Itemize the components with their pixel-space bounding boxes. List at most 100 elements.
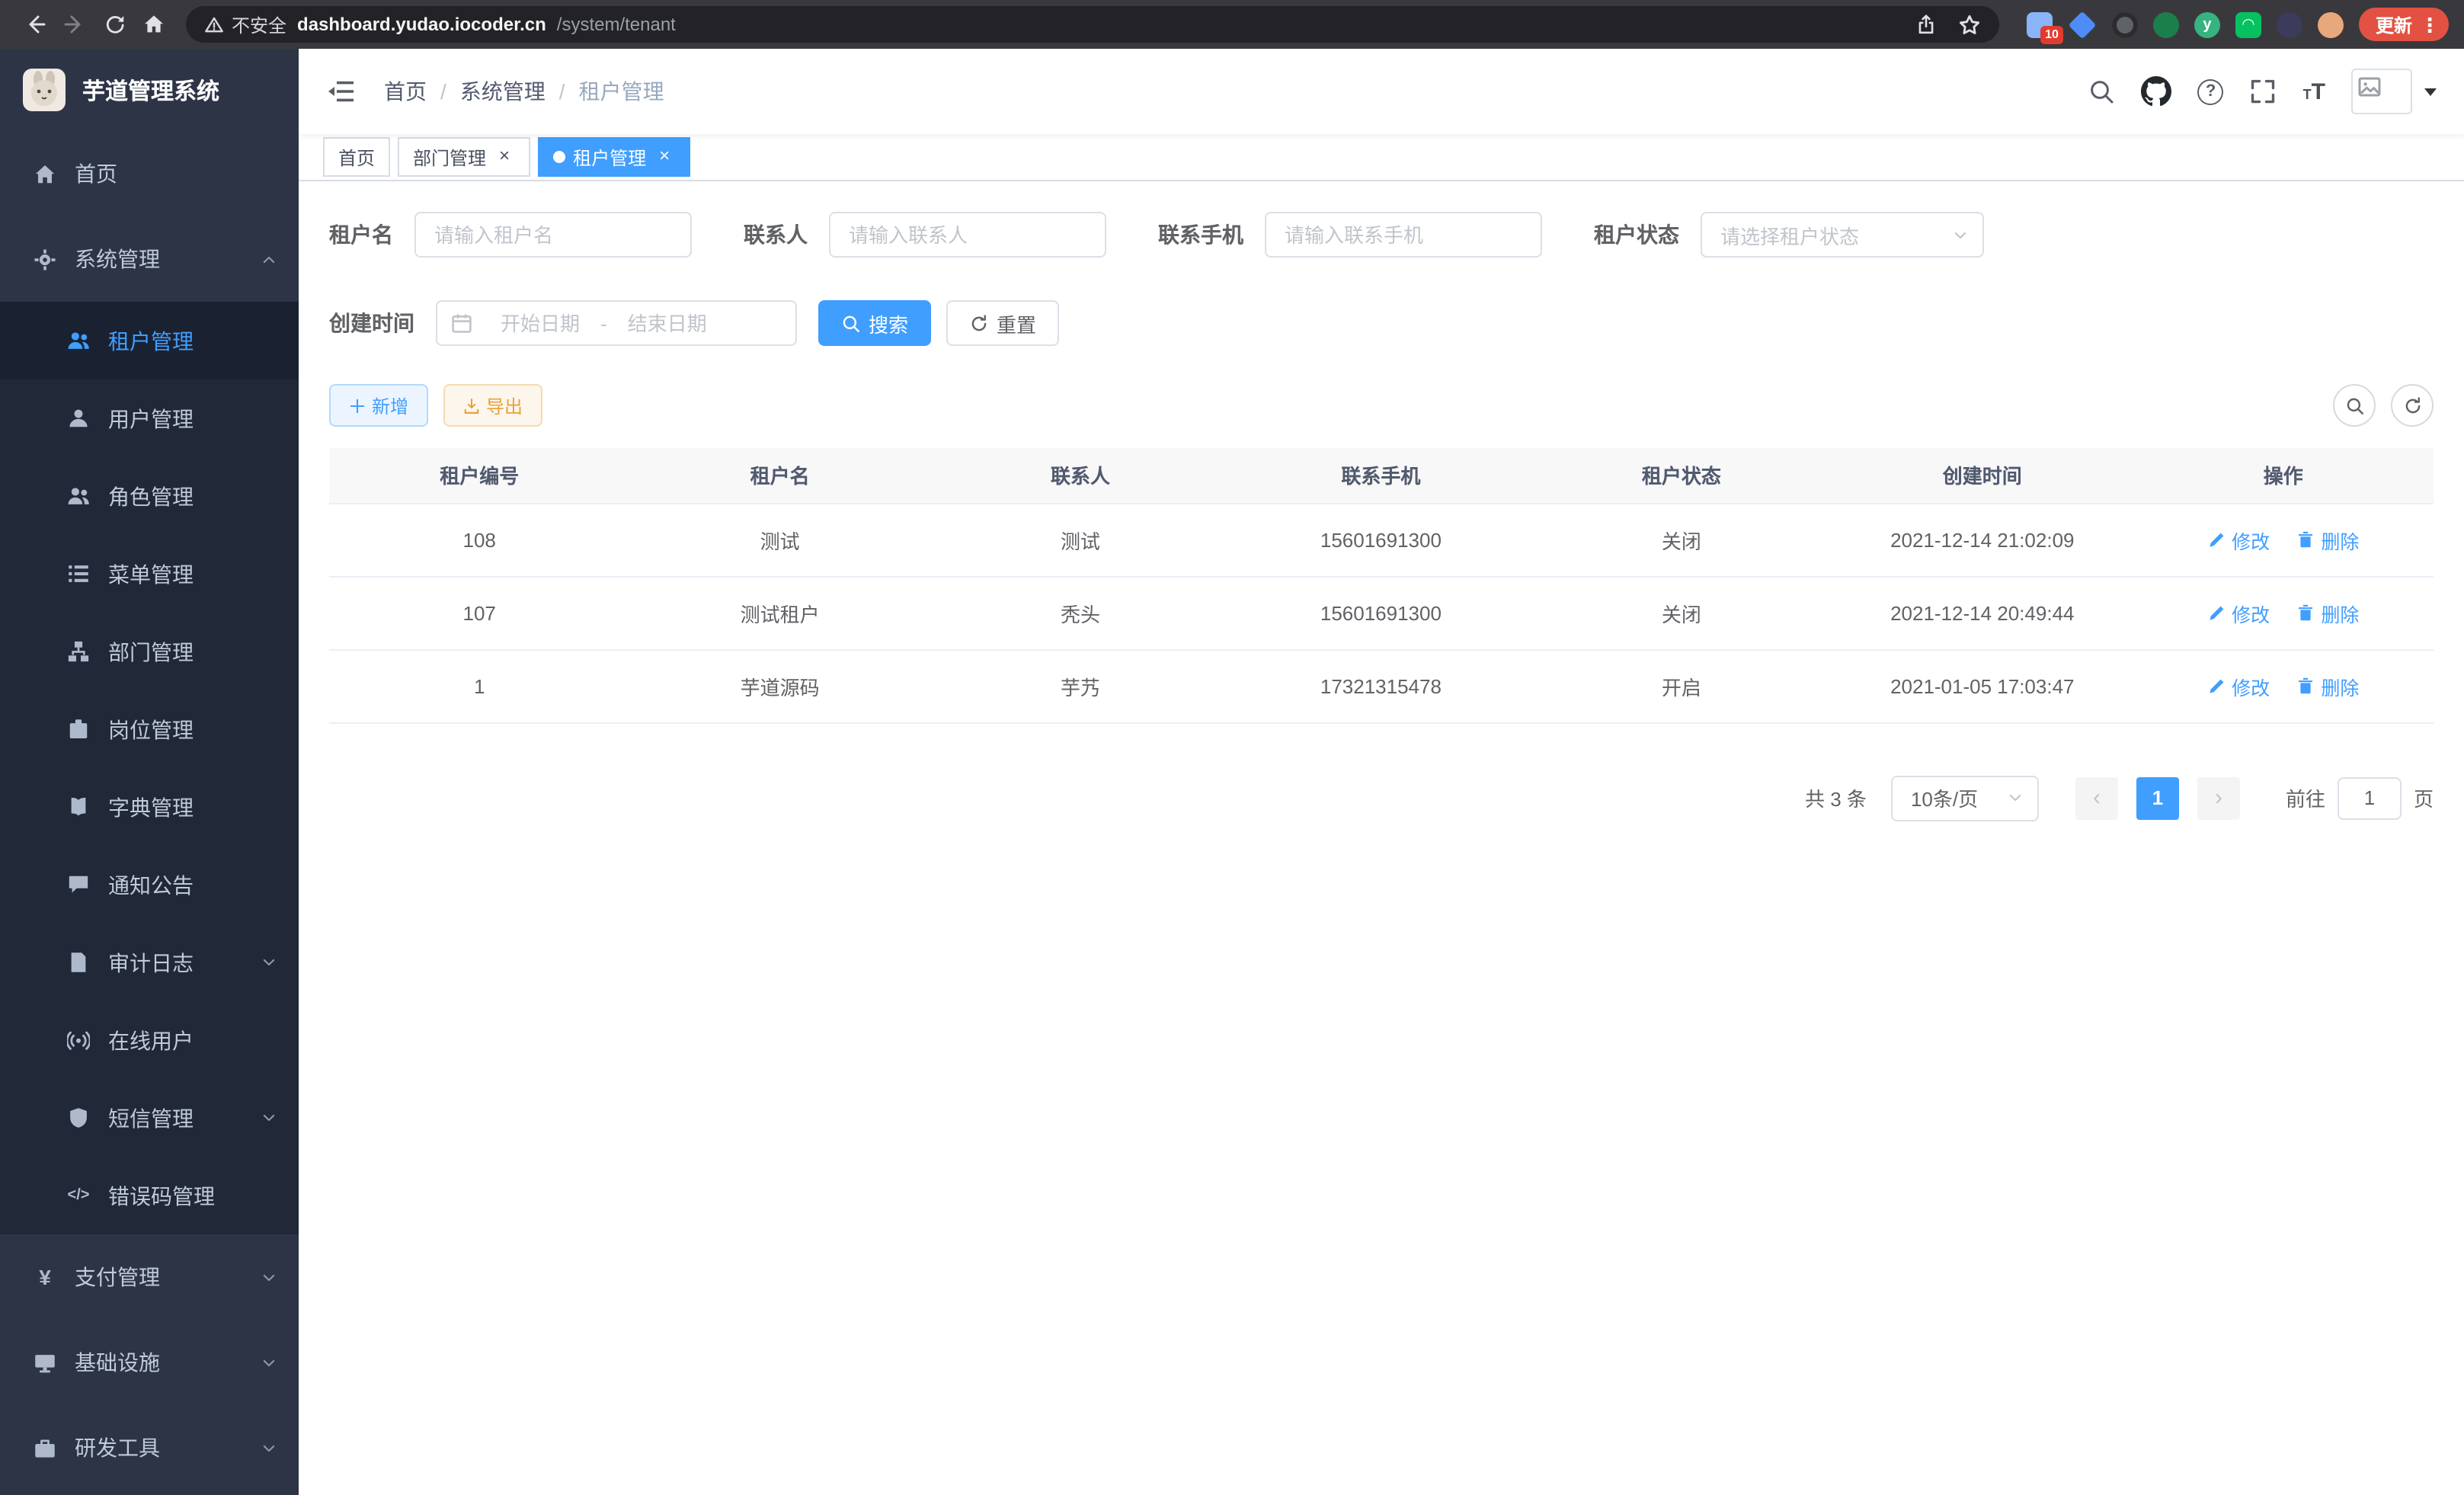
extension-yuque-icon[interactable]: y xyxy=(2194,11,2220,37)
sidebar-item-sms-management[interactable]: 短信管理 xyxy=(0,1079,299,1157)
goto-page-input[interactable] xyxy=(2338,776,2402,819)
download-icon xyxy=(463,397,480,414)
close-icon[interactable]: × xyxy=(494,146,515,168)
contact-input[interactable] xyxy=(829,212,1106,258)
security-label: 不安全 xyxy=(232,11,286,37)
trash-icon xyxy=(2296,603,2315,622)
page-size-select[interactable]: 10条/页 xyxy=(1891,775,2039,821)
sidebar-menu: 首页 系统管理 租户管理 用户管理 xyxy=(0,131,299,1490)
cell-created: 2021-12-14 20:49:44 xyxy=(1832,576,2133,649)
edit-link[interactable]: 修改 xyxy=(2207,525,2270,554)
sidebar-item-audit-log[interactable]: 审计日志 xyxy=(0,924,299,1001)
edit-link[interactable]: 修改 xyxy=(2207,598,2270,627)
date-end-input[interactable] xyxy=(607,312,728,335)
extension-pinwheel-icon[interactable] xyxy=(2277,11,2302,37)
prev-page-button[interactable]: ‹ xyxy=(2075,776,2118,819)
tenant-name-input[interactable] xyxy=(414,212,692,258)
sidebar-item-infrastructure[interactable]: 基础设施 xyxy=(0,1320,299,1405)
extension-with-badge[interactable]: 10 xyxy=(2027,11,2053,37)
delete-link[interactable]: 删除 xyxy=(2296,598,2359,627)
date-start-input[interactable] xyxy=(480,312,600,335)
main-content: 租户名 联系人 联系手机 租户状态 请选择租户状态 创建时间 xyxy=(299,181,2464,1495)
sidebar-item-system-management[interactable]: 系统管理 xyxy=(0,216,299,302)
status-select[interactable]: 请选择租户状态 xyxy=(1701,212,1984,258)
reset-button[interactable]: 重置 xyxy=(946,300,1059,346)
fullscreen-icon[interactable] xyxy=(2250,78,2277,105)
sidebar-item-dept-management[interactable]: 部门管理 xyxy=(0,613,299,690)
chevron-down-icon xyxy=(261,1109,277,1126)
table-row: 108 测试 测试 15601691300 关闭 2021-12-14 21:0… xyxy=(329,503,2434,576)
page-unit-label: 页 xyxy=(2414,783,2434,812)
extension-green-circle-icon[interactable] xyxy=(2153,11,2179,37)
app-title: 芋道管理系统 xyxy=(82,74,219,106)
goto-label: 前往 xyxy=(2286,783,2325,812)
sidebar-item-dict-management[interactable]: 字典管理 xyxy=(0,768,299,846)
tab-tenant-management[interactable]: 租户管理 × xyxy=(538,137,690,177)
profile-avatar-icon[interactable] xyxy=(2318,11,2344,37)
next-page-button[interactable]: › xyxy=(2197,776,2240,819)
extension-dark-circle-icon[interactable] xyxy=(2112,11,2138,37)
browser-update-button[interactable]: 更新 ⋮ xyxy=(2359,8,2449,41)
cell-status: 关闭 xyxy=(1531,576,1832,649)
add-button[interactable]: 新增 xyxy=(329,384,428,427)
tab-home[interactable]: 首页 xyxy=(323,137,390,177)
share-icon[interactable] xyxy=(1915,14,1937,35)
export-button[interactable]: 导出 xyxy=(443,384,542,427)
sidebar-item-post-management[interactable]: 岗位管理 xyxy=(0,690,299,768)
security-status[interactable]: 不安全 xyxy=(204,11,286,37)
cell-status: 开启 xyxy=(1531,649,1832,722)
sidebar-collapse-icon[interactable] xyxy=(326,76,357,107)
refresh-table-button[interactable] xyxy=(2391,384,2434,427)
breadcrumb-home[interactable]: 首页 xyxy=(384,76,427,107)
search-button[interactable]: 搜索 xyxy=(818,300,931,346)
sidebar-item-home[interactable]: 首页 xyxy=(0,131,299,216)
breadcrumb: 首页 / 系统管理 / 租户管理 xyxy=(384,76,664,107)
extension-wechat-icon[interactable]: ◠ xyxy=(2235,11,2261,37)
phone-input[interactable] xyxy=(1265,212,1542,258)
sidebar-item-user-management[interactable]: 用户管理 xyxy=(0,379,299,457)
cell-contact: 芋艿 xyxy=(930,649,1230,722)
sidebar-item-tenant-management[interactable]: 租户管理 xyxy=(0,302,299,379)
user-avatar-dropdown[interactable] xyxy=(2351,69,2437,114)
address-bar[interactable]: 不安全 dashboard.yudao.iocoder.cn/system/te… xyxy=(186,6,1999,43)
cell-contact: 秃头 xyxy=(930,576,1230,649)
delete-link[interactable]: 删除 xyxy=(2296,525,2359,554)
filter-row-2: 创建时间 - 搜索 重置 xyxy=(329,300,2434,346)
menu-list-icon xyxy=(67,562,90,585)
bookmark-star-icon[interactable] xyxy=(1958,13,1981,36)
toggle-search-button[interactable] xyxy=(2333,384,2376,427)
sidebar-item-label: 通知公告 xyxy=(108,869,194,900)
sidebar-item-error-code[interactable]: </> 错误码管理 xyxy=(0,1157,299,1234)
delete-link[interactable]: 删除 xyxy=(2296,671,2359,700)
sidebar-item-notice[interactable]: 通知公告 xyxy=(0,846,299,924)
home-nav-icon[interactable] xyxy=(134,5,174,44)
sidebar-item-online-users[interactable]: 在线用户 xyxy=(0,1001,299,1079)
tab-label: 首页 xyxy=(338,144,375,170)
code-icon: </> xyxy=(67,1187,90,1204)
tab-dept-management[interactable]: 部门管理 × xyxy=(398,137,530,177)
extension-diamond-icon[interactable] xyxy=(2069,11,2097,39)
back-icon[interactable] xyxy=(15,5,55,44)
github-icon[interactable] xyxy=(2142,76,2172,107)
font-size-icon[interactable]: TT xyxy=(2303,78,2325,104)
header-search-icon[interactable] xyxy=(2088,78,2116,105)
app-logo[interactable]: 芋道管理系统 xyxy=(0,49,299,131)
sidebar: 芋道管理系统 首页 系统管理 租户管理 xyxy=(0,49,299,1495)
close-icon[interactable]: × xyxy=(654,146,675,168)
sidebar-item-role-management[interactable]: 角色管理 xyxy=(0,457,299,535)
browser-menu-dots-icon[interactable]: ⋮ xyxy=(2420,14,2440,34)
sidebar-item-dev-tools[interactable]: 研发工具 xyxy=(0,1405,299,1490)
reload-icon[interactable] xyxy=(94,5,134,44)
sidebar-item-label: 菜单管理 xyxy=(108,559,194,589)
date-range-picker[interactable]: - xyxy=(436,300,797,346)
sidebar-item-payment[interactable]: ¥ 支付管理 xyxy=(0,1234,299,1320)
breadcrumb-system[interactable]: 系统管理 xyxy=(460,76,546,107)
edit-link[interactable]: 修改 xyxy=(2207,671,2270,700)
trash-icon xyxy=(2296,530,2315,549)
cell-contact: 测试 xyxy=(930,503,1230,576)
sidebar-item-menu-management[interactable]: 菜单管理 xyxy=(0,535,299,613)
page-1-button[interactable]: 1 xyxy=(2136,776,2179,819)
forward-icon[interactable] xyxy=(55,5,94,44)
help-icon[interactable]: ? xyxy=(2198,78,2224,104)
browser-toolbar: 不安全 dashboard.yudao.iocoder.cn/system/te… xyxy=(0,0,2464,49)
